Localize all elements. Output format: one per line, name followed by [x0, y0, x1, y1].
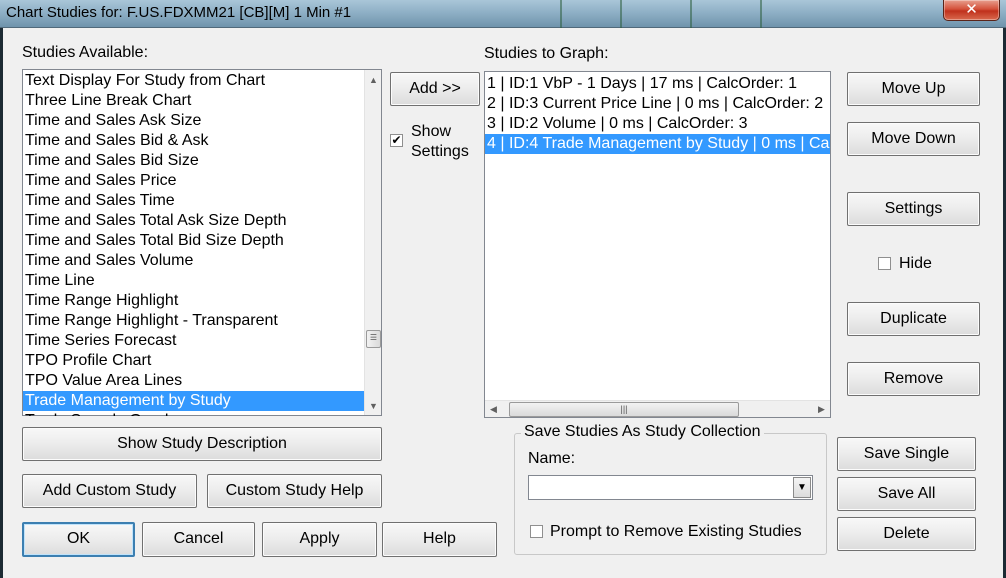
ok-button[interactable]: OK — [22, 522, 135, 557]
scroll-thumb[interactable]: ☰ — [366, 330, 381, 348]
study-to-graph-item[interactable]: 1 | ID:1 VbP - 1 Days | 17 ms | CalcOrde… — [485, 74, 830, 94]
study-to-graph-item[interactable]: 3 | ID:2 Volume | 0 ms | CalcOrder: 3 — [485, 114, 830, 134]
show-settings-label: Show Settings — [411, 122, 469, 162]
hide-label: Hide — [899, 255, 932, 272]
show-study-description-button[interactable]: Show Study Description — [22, 427, 382, 461]
scroll-up-icon[interactable]: ▲ — [365, 72, 382, 89]
save-collection-title: Save Studies As Study Collection — [521, 423, 764, 441]
study-available-item[interactable]: Time Range Highlight — [23, 291, 364, 311]
study-available-item[interactable]: Text Display For Study from Chart — [23, 71, 364, 91]
hscroll-thumb[interactable]: ||| — [509, 402, 739, 417]
add-button[interactable]: Add >> — [390, 72, 480, 106]
collection-name-label: Name: — [528, 450, 576, 467]
prompt-remove-label: Prompt to Remove Existing Studies — [550, 523, 802, 540]
grip-icon: ☰ — [369, 333, 378, 342]
delete-button[interactable]: Delete — [837, 517, 976, 551]
show-settings-checkbox[interactable]: ✔ — [390, 134, 403, 147]
save-all-button[interactable]: Save All — [837, 477, 976, 511]
study-available-item[interactable]: Time and Sales Total Bid Size Depth — [23, 231, 364, 251]
scroll-left-icon[interactable]: ◀ — [485, 401, 502, 418]
remove-button[interactable]: Remove — [847, 362, 980, 396]
study-available-item[interactable]: Time Series Forecast — [23, 331, 364, 351]
chart-studies-dialog: Studies Available: Text Display For Stud… — [3, 28, 1003, 578]
chevron-down-icon[interactable]: ▼ — [793, 477, 811, 498]
studies-to-graph-items: 1 | ID:1 VbP - 1 Days | 17 ms | CalcOrde… — [485, 74, 830, 400]
studies-to-graph-hscrollbar[interactable]: ◀ ||| ▶ — [485, 400, 830, 417]
study-available-item[interactable]: Time and Sales Bid & Ask — [23, 131, 364, 151]
window-title: Chart Studies for: F.US.FDXMM21 [CB][M] … — [6, 4, 352, 21]
move-down-button[interactable]: Move Down — [847, 122, 980, 156]
study-available-item[interactable]: Three Line Break Chart — [23, 91, 364, 111]
collection-name-combo[interactable]: ▼ — [528, 475, 813, 500]
show-settings-label-line2: Settings — [411, 143, 469, 160]
study-available-item[interactable]: Time and Sales Ask Size — [23, 111, 364, 131]
studies-to-graph-label: Studies to Graph: — [484, 45, 609, 62]
settings-button[interactable]: Settings — [847, 192, 980, 226]
study-available-item[interactable]: Trade Sample Graph — [23, 411, 364, 416]
study-available-item[interactable]: Time and Sales Bid Size — [23, 151, 364, 171]
grip-icon: ||| — [620, 404, 628, 414]
studies-available-label: Studies Available: — [22, 44, 149, 61]
scroll-right-icon[interactable]: ▶ — [813, 401, 830, 418]
close-icon: ✕ — [965, 1, 978, 18]
studies-to-graph-list[interactable]: 1 | ID:1 VbP - 1 Days | 17 ms | CalcOrde… — [484, 71, 831, 418]
close-button[interactable]: ✕ — [943, 0, 1000, 21]
check-icon: ✔ — [391, 133, 402, 147]
studies-available-scrollbar[interactable]: ▲ ☰ ▼ — [364, 70, 381, 415]
studies-available-items: Text Display For Study from Chart Three L… — [23, 71, 364, 416]
study-available-item[interactable]: Trade Management by Study — [23, 391, 364, 411]
study-available-item[interactable]: TPO Value Area Lines — [23, 371, 364, 391]
studies-available-list[interactable]: Text Display For Study from Chart Three L… — [22, 69, 382, 416]
move-up-button[interactable]: Move Up — [847, 72, 980, 106]
study-available-item[interactable]: Time and Sales Time — [23, 191, 364, 211]
study-available-item[interactable]: Time and Sales Total Ask Size Depth — [23, 211, 364, 231]
save-collection-group: Save Studies As Study Collection Name: ▼… — [514, 423, 827, 555]
study-available-item[interactable]: Time Range Highlight - Transparent — [23, 311, 364, 331]
study-to-graph-item[interactable]: 2 | ID:3 Current Price Line | 0 ms | Cal… — [485, 94, 830, 114]
custom-study-help-button[interactable]: Custom Study Help — [207, 474, 382, 508]
title-bar: Chart Studies for: F.US.FDXMM21 [CB][M] … — [0, 0, 1006, 28]
background-chart-line — [760, 0, 762, 28]
add-custom-study-button[interactable]: Add Custom Study — [22, 474, 197, 508]
study-available-item[interactable]: Time and Sales Volume — [23, 251, 364, 271]
study-available-item[interactable]: Time Line — [23, 271, 364, 291]
study-to-graph-item[interactable]: 4 | ID:4 Trade Management by Study | 0 m… — [485, 134, 830, 154]
hide-checkbox[interactable] — [878, 257, 891, 270]
cancel-button[interactable]: Cancel — [142, 522, 255, 557]
apply-button[interactable]: Apply — [262, 522, 377, 557]
study-available-item[interactable]: Time and Sales Price — [23, 171, 364, 191]
help-button[interactable]: Help — [382, 522, 497, 557]
prompt-remove-checkbox[interactable] — [530, 525, 543, 538]
duplicate-button[interactable]: Duplicate — [847, 302, 980, 336]
study-available-item[interactable]: TPO Profile Chart — [23, 351, 364, 371]
scroll-down-icon[interactable]: ▼ — [365, 398, 382, 415]
background-chart-line — [690, 0, 692, 28]
background-chart-line — [620, 0, 622, 28]
show-settings-label-line1: Show — [411, 123, 452, 140]
background-chart-line — [560, 0, 562, 28]
save-single-button[interactable]: Save Single — [837, 437, 976, 471]
